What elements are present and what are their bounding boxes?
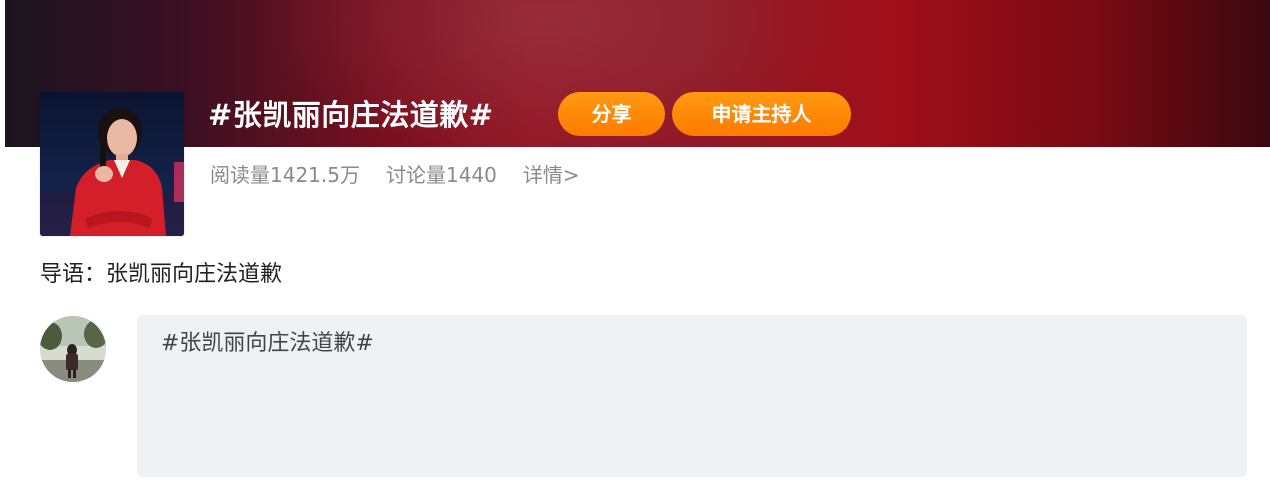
topic-cover-image [40, 92, 184, 236]
read-count: 阅读量1421.5万 [210, 163, 360, 187]
comment-input[interactable]: #张凯丽向庄法道歉# [137, 315, 1247, 477]
share-button[interactable]: 分享 [558, 92, 665, 136]
topic-page: #张凯丽向庄法道歉# 分享 申请主持人 阅读量1421.5万 讨论量1440 详情>… [0, 0, 1270, 480]
topic-title: #张凯丽向庄法道歉# [208, 98, 494, 132]
topic-intro: 导语：张凯丽向庄法道歉 [40, 262, 283, 287]
apply-host-button[interactable]: 申请主持人 [672, 92, 851, 136]
details-link[interactable]: 详情> [523, 159, 580, 191]
topic-cover-photo [40, 92, 184, 236]
user-avatar[interactable] [40, 316, 106, 382]
discussion-count: 讨论量1440 [385, 163, 497, 187]
avatar-photo [40, 316, 106, 382]
topic-stats: 阅读量1421.5万 讨论量1440 详情> [210, 159, 580, 191]
